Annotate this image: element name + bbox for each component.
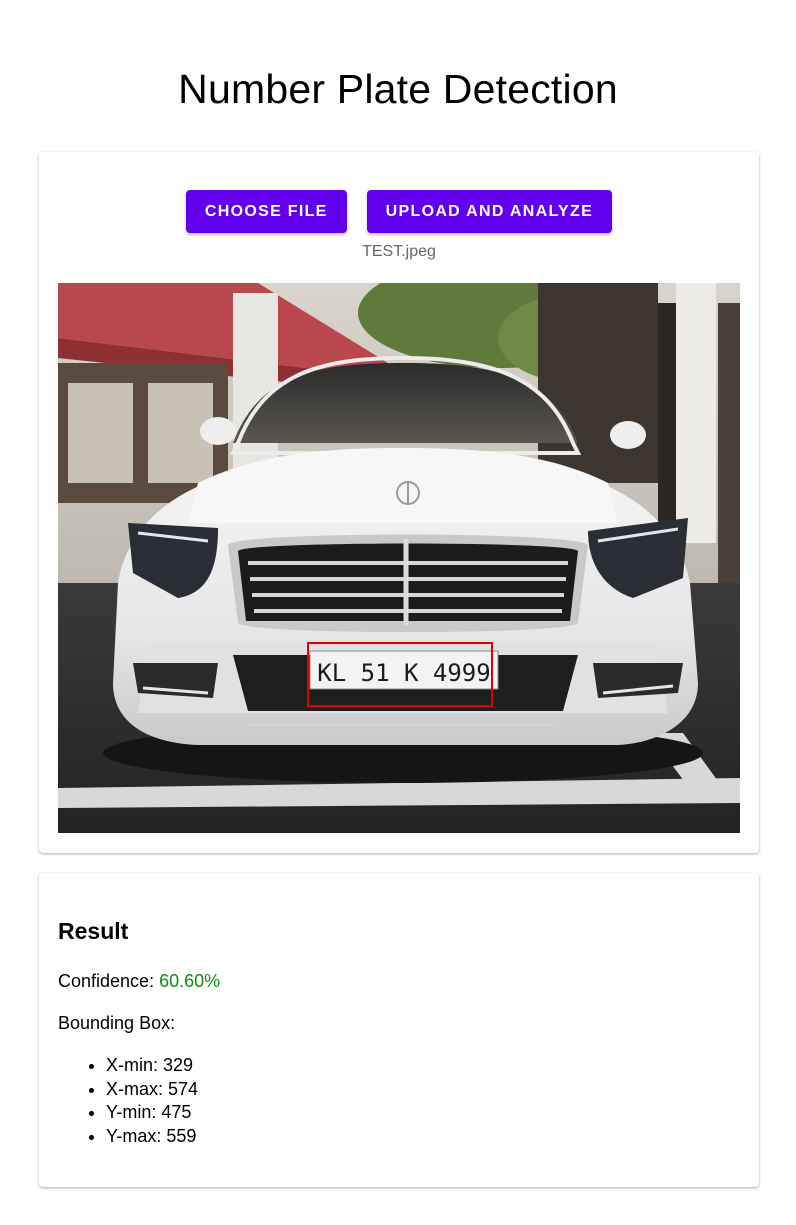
preview-image: KL 51 K 4999 bbox=[58, 283, 740, 833]
result-card: Result Confidence: 60.60% Bounding Box: … bbox=[39, 873, 759, 1187]
bbox-x-max: X-max: 574 bbox=[106, 1078, 198, 1102]
bbox-y-max: Y-max: 559 bbox=[106, 1125, 198, 1149]
page: Number Plate Detection CHOOSE FILE UPLOAD… bbox=[0, 0, 796, 1225]
page-title: Number Plate Detection bbox=[178, 66, 618, 112]
confidence-line: Confidence: 60.60% bbox=[58, 969, 220, 993]
confidence-value: 60.60% bbox=[159, 971, 221, 991]
upload-analyze-button[interactable]: UPLOAD AND ANALYZE bbox=[366, 190, 613, 233]
bounding-box-list: X-min: 329 X-max: 574 Y-min: 475 Y-max: … bbox=[58, 1054, 198, 1148]
bounding-box-label: Bounding Box: bbox=[58, 1013, 176, 1033]
result-title: Result bbox=[58, 918, 129, 944]
plate-text: KL 51 K 4999 bbox=[317, 659, 490, 687]
button-row: CHOOSE FILE UPLOAD AND ANALYZE bbox=[39, 190, 759, 233]
upload-card: CHOOSE FILE UPLOAD AND ANALYZE TEST.jpeg bbox=[39, 152, 759, 853]
confidence-label: Confidence: bbox=[58, 971, 155, 991]
bbox-y-min: Y-min: 475 bbox=[106, 1101, 198, 1125]
car-photo: KL 51 K 4999 bbox=[58, 283, 740, 833]
bbox-x-min: X-min: 329 bbox=[106, 1054, 198, 1078]
selected-filename: TEST.jpeg bbox=[362, 243, 436, 260]
choose-file-button[interactable]: CHOOSE FILE bbox=[185, 190, 347, 233]
